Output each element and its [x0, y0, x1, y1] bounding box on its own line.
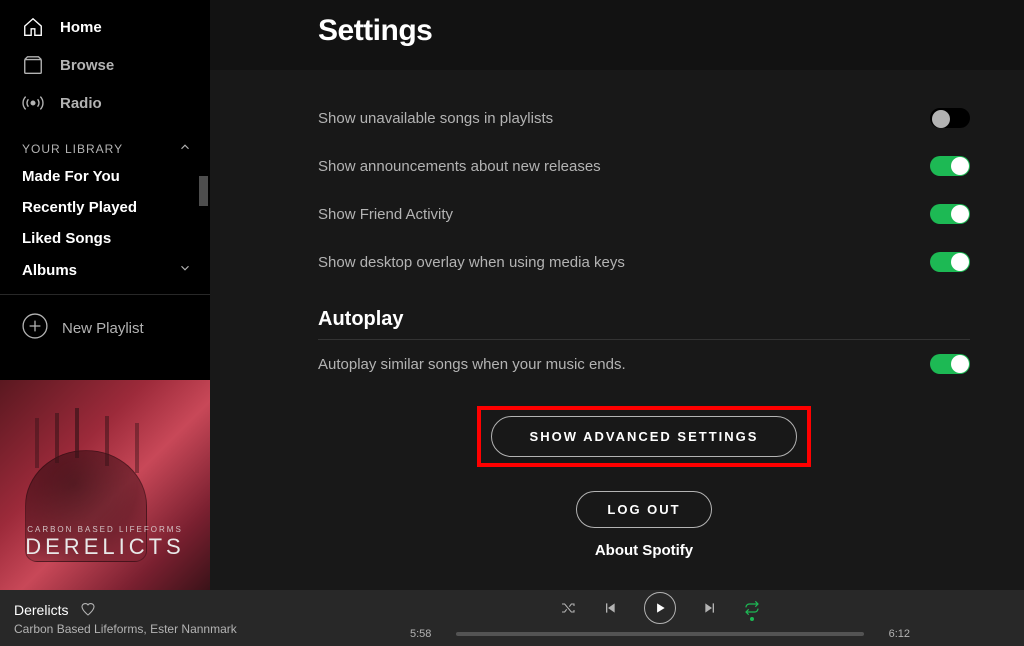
- log-out-button[interactable]: LOG OUT: [576, 491, 711, 528]
- library-liked-songs[interactable]: Liked Songs: [0, 223, 210, 254]
- sidebar-scrollbar[interactable]: [199, 176, 208, 206]
- chevron-down-icon: [178, 261, 192, 279]
- radio-icon: [22, 92, 44, 114]
- setting-row-overlay: Show desktop overlay when using media ke…: [318, 238, 970, 286]
- player-center: 5:58 6:12: [380, 590, 940, 640]
- progress-bar[interactable]: [456, 632, 864, 636]
- nav-label-browse: Browse: [60, 57, 114, 74]
- settings-panel: Show unavailable songs in playlists Show…: [210, 70, 1024, 590]
- setting-row-announcements: Show announcements about new releases: [318, 142, 970, 190]
- highlight-annotation: SHOW ADVANCED SETTINGS: [477, 406, 812, 467]
- toggle-autoplay[interactable]: [930, 354, 970, 374]
- chevron-up-icon[interactable]: [178, 140, 192, 157]
- library-header-label: YOUR LIBRARY: [22, 142, 123, 156]
- nav-label-radio: Radio: [60, 95, 102, 112]
- toggle-unavailable-songs[interactable]: [930, 108, 970, 128]
- nav-item-browse[interactable]: Browse: [0, 46, 210, 84]
- now-playing-album-art[interactable]: CARBON BASED LIFEFORMS DERELICTS: [0, 380, 210, 590]
- setting-label: Show desktop overlay when using media ke…: [318, 254, 625, 271]
- previous-button[interactable]: [602, 600, 618, 616]
- library-made-for-you[interactable]: Made For You: [0, 161, 210, 192]
- play-button[interactable]: [644, 592, 676, 624]
- home-icon: [22, 16, 44, 38]
- player-bar: Derelicts Carbon Based Lifeforms, Ester …: [0, 590, 1024, 646]
- library-header: YOUR LIBRARY: [0, 122, 210, 161]
- setting-row-friend-activity: Show Friend Activity: [318, 190, 970, 238]
- sidebar-divider: [0, 294, 210, 295]
- nav-label-home: Home: [60, 19, 102, 36]
- now-playing-artist[interactable]: Carbon Based Lifeforms, Ester Nannmark: [14, 622, 360, 636]
- setting-label: Show unavailable songs in playlists: [318, 110, 553, 127]
- show-advanced-settings-button[interactable]: SHOW ADVANCED SETTINGS: [491, 416, 798, 457]
- setting-label: Autoplay similar songs when your music e…: [318, 356, 626, 373]
- setting-label: Show Friend Activity: [318, 206, 453, 223]
- setting-row-unavailable: Show unavailable songs in playlists: [318, 94, 970, 142]
- repeat-button[interactable]: [744, 600, 760, 616]
- toggle-announcements[interactable]: [930, 156, 970, 176]
- new-playlist-button[interactable]: New Playlist: [0, 303, 210, 353]
- time-duration: 6:12: [874, 628, 910, 640]
- now-playing-track[interactable]: Derelicts: [14, 602, 68, 618]
- logout-row: LOG OUT: [318, 491, 970, 528]
- next-button[interactable]: [702, 600, 718, 616]
- album-art-text: CARBON BASED LIFEFORMS DERELICTS: [0, 525, 210, 560]
- main-content: Settings Show unavailable songs in playl…: [210, 0, 1024, 590]
- new-playlist-label: New Playlist: [62, 320, 144, 337]
- advanced-settings-row: SHOW ADVANCED SETTINGS: [318, 406, 970, 467]
- plus-circle-icon: [22, 313, 48, 343]
- heart-icon[interactable]: [80, 601, 96, 620]
- time-elapsed: 5:58: [410, 628, 446, 640]
- toggle-friend-activity[interactable]: [930, 204, 970, 224]
- album-art-title: DERELICTS: [0, 534, 210, 560]
- library-albums[interactable]: Albums: [0, 254, 210, 286]
- page-title: Settings: [318, 14, 970, 48]
- now-playing-info: Derelicts Carbon Based Lifeforms, Ester …: [0, 601, 360, 636]
- setting-label: Show announcements about new releases: [318, 158, 601, 175]
- section-title-autoplay: Autoplay: [318, 308, 970, 340]
- about-spotify-link[interactable]: About Spotify: [318, 542, 970, 559]
- toggle-desktop-overlay[interactable]: [930, 252, 970, 272]
- library-recently-played[interactable]: Recently Played: [0, 192, 210, 223]
- album-art-subtitle: CARBON BASED LIFEFORMS: [0, 525, 210, 534]
- shuffle-button[interactable]: [560, 600, 576, 616]
- library-albums-label: Albums: [22, 262, 77, 279]
- nav-item-radio[interactable]: Radio: [0, 84, 210, 122]
- setting-row-autoplay: Autoplay similar songs when your music e…: [318, 340, 970, 388]
- sidebar: Home Browse Radio YOUR LIBRARY Made For …: [0, 0, 210, 590]
- nav-item-home[interactable]: Home: [0, 8, 210, 46]
- browse-icon: [22, 54, 44, 76]
